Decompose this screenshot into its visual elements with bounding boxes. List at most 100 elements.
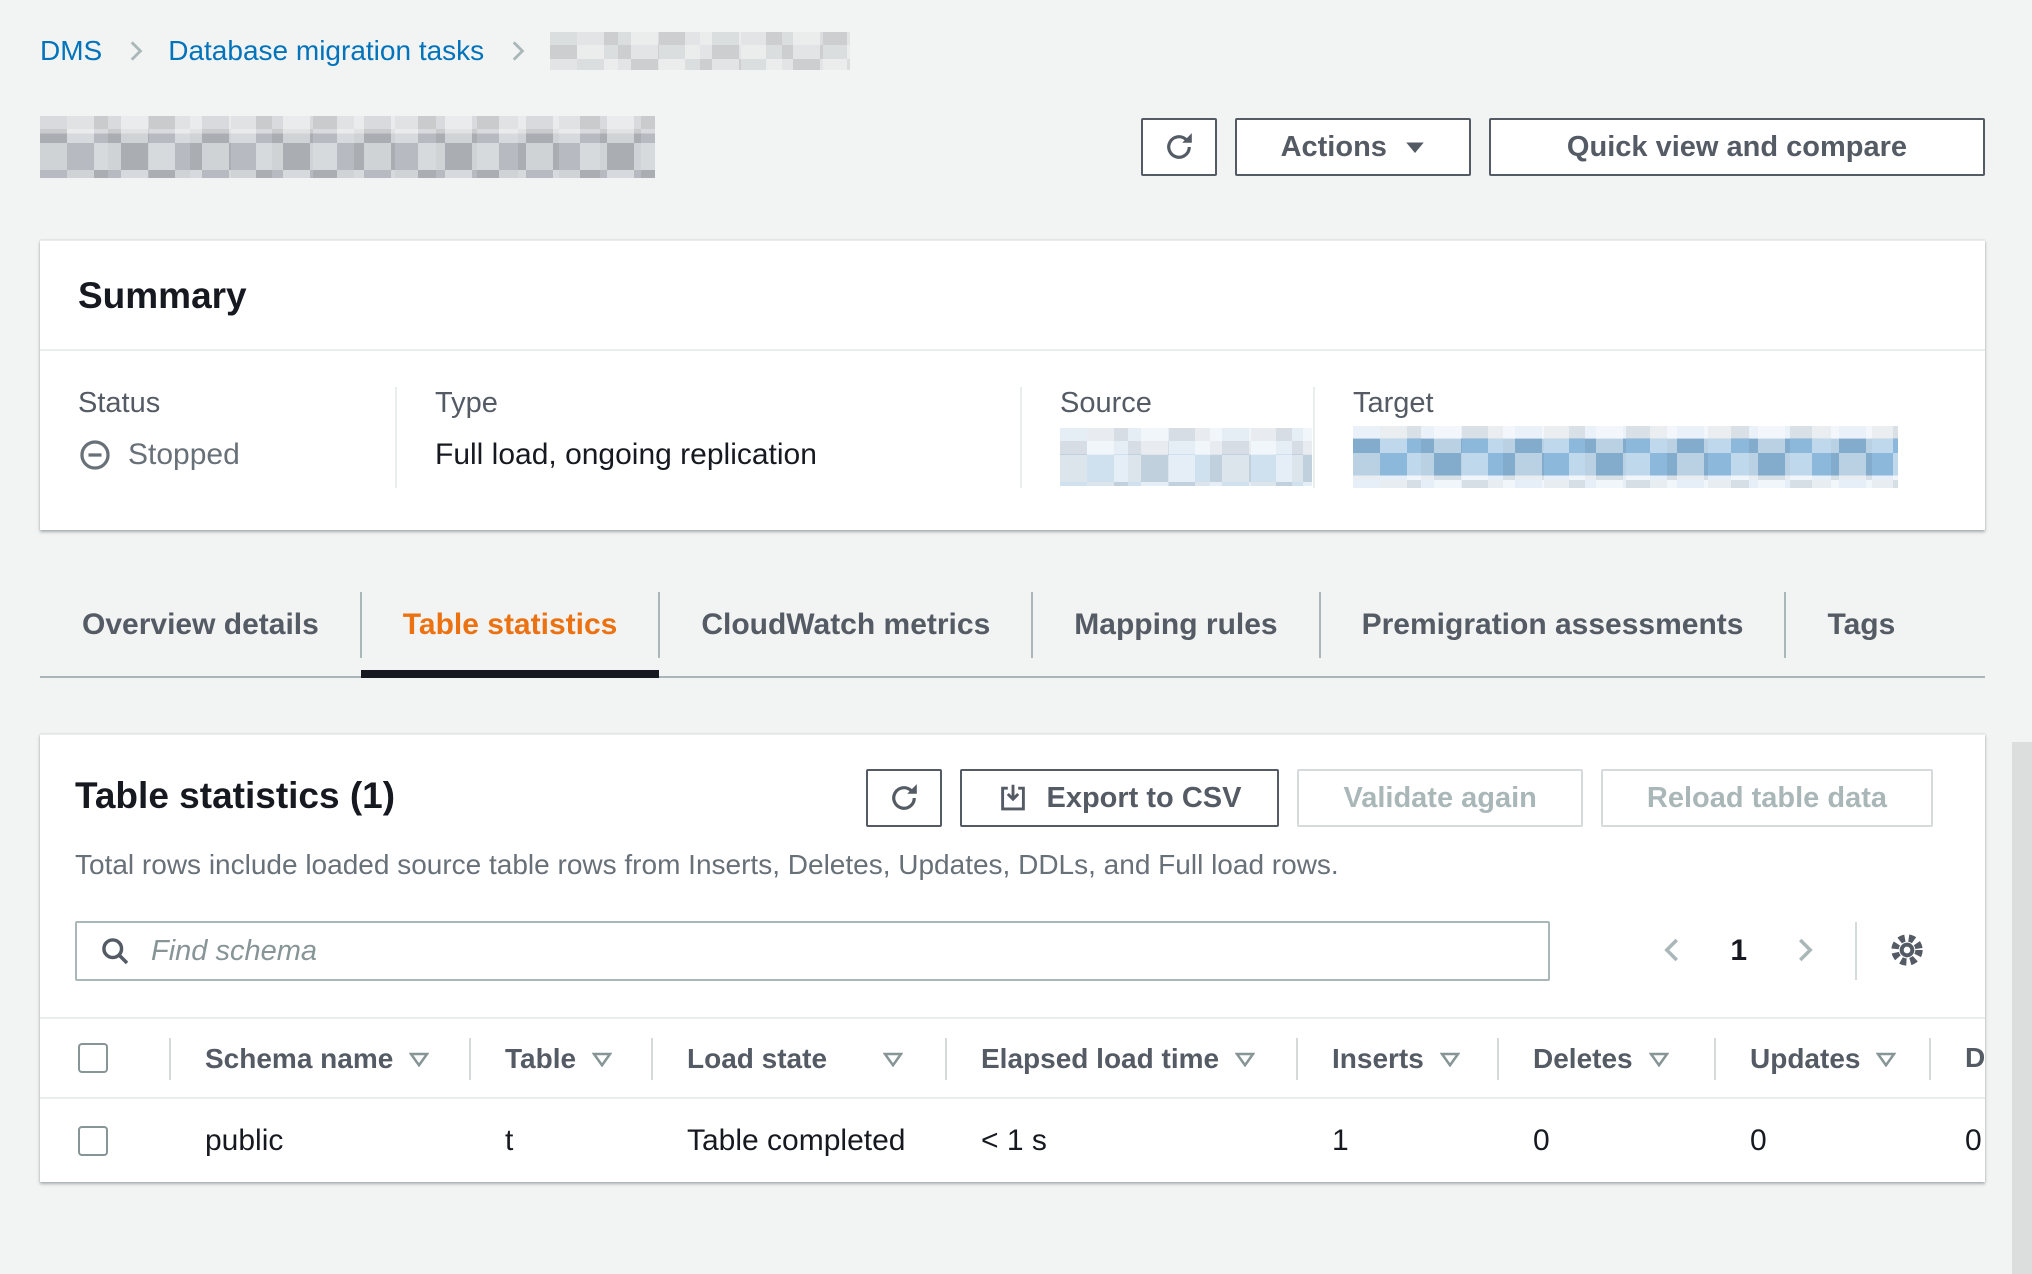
export-button-label: Export to CSV [1046,782,1241,815]
type-value: Full load, ongoing replication [435,438,1020,472]
breadcrumb-tasks-link[interactable]: Database migration tasks [168,35,484,67]
status-text: Stopped [128,438,240,472]
row-checkbox[interactable] [78,1126,108,1156]
sort-icon [409,1042,429,1074]
column-header-schema-name[interactable]: Schema name [169,1018,469,1098]
pagination: 1 [1652,922,1933,980]
vertical-scrollbar[interactable] [2012,742,2032,1274]
chevron-left-icon [1658,935,1688,968]
column-header-inserts[interactable]: Inserts [1296,1018,1497,1098]
validate-button-label: Validate again [1343,782,1536,815]
stopped-status-icon [78,438,112,472]
type-label: Type [435,387,1020,420]
dms-task-page: DMS Database migration tasks Actions [0,0,2032,1274]
validate-again-button[interactable]: Validate again [1297,769,1582,827]
source-label: Source [1060,387,1313,420]
table-toolbar: 1 [75,921,1933,981]
column-header-updates[interactable]: Updates [1714,1018,1929,1098]
quick-view-and-compare-button[interactable]: Quick view and compare [1489,118,1985,176]
summary-card-header: Summary [40,241,1985,351]
sort-icon [1440,1042,1460,1074]
sort-icon [1876,1042,1896,1074]
reload-button-label: Reload table data [1647,782,1887,815]
cell-ddls: 0 [1929,1098,1985,1182]
sort-icon [1649,1042,1669,1074]
sort-icon [883,1042,903,1074]
breadcrumb-dms-link[interactable]: DMS [40,35,102,67]
schema-name-header-label: Schema name [205,1043,393,1074]
cell-schema-name: public [169,1098,469,1182]
cell-elapsed-load-time: < 1 s [945,1098,1296,1182]
summary-card: Summary Status Stopped Type Full load, o… [40,240,1985,530]
redacted-source-endpoint-link[interactable] [1060,428,1312,486]
tab-premigration-assessments[interactable]: Premigration assessments [1320,582,1786,676]
cell-inserts: 1 [1296,1098,1497,1182]
tab-cloudwatch-metrics[interactable]: CloudWatch metrics [659,582,1032,676]
reload-table-data-button[interactable]: Reload table data [1601,769,1933,827]
table-row: public t Table completed < 1 s 1 0 0 0 [40,1098,1985,1182]
select-all-checkbox[interactable] [78,1043,108,1073]
tab-mapping-rules[interactable]: Mapping rules [1032,582,1319,676]
status-label: Status [78,387,395,420]
header-actions: Actions Quick view and compare [1141,118,1985,176]
target-label: Target [1353,387,1985,420]
sort-icon [1235,1042,1255,1074]
refresh-button[interactable] [1141,118,1217,176]
column-header-deletes[interactable]: Deletes [1497,1018,1714,1098]
cell-table: t [469,1098,651,1182]
caret-down-icon [1405,141,1425,154]
elapsed-header-label: Elapsed load time [981,1043,1219,1074]
redacted-page-title [40,116,655,178]
cell-updates: 0 [1714,1098,1929,1182]
table-statistics-description: Total rows include loaded source table r… [75,849,1933,881]
refresh-icon [888,782,920,814]
tab-tags[interactable]: Tags [1785,582,1937,676]
table-refresh-button[interactable] [866,769,942,827]
table-statistics-table: Schema name Table Load state Elapsed loa… [40,1017,1985,1182]
redacted-breadcrumb-task-name [550,32,850,70]
column-header-load-state[interactable]: Load state [651,1018,945,1098]
summary-source-field: Source [1020,387,1313,488]
summary-target-field: Target [1313,387,1985,488]
chevron-right-icon [1789,935,1819,968]
search-icon [99,935,131,967]
export-to-csv-button[interactable]: Export to CSV [960,769,1279,827]
table-header-row: Schema name Table Load state Elapsed loa… [40,1018,1985,1098]
redacted-target-endpoint-link[interactable] [1353,426,1898,488]
cell-load-state: Table completed [651,1098,945,1182]
table-statistics-card: Table statistics (1) Export to CSV [40,734,1985,1182]
download-icon [998,783,1028,813]
toolbar-divider [1855,922,1857,980]
load-state-header-label: Load state [687,1043,827,1074]
page-header: Actions Quick view and compare [40,116,1985,178]
sort-icon [592,1042,612,1074]
table-statistics-title: Table statistics (1) [75,775,395,817]
quick-view-button-label: Quick view and compare [1567,131,1907,164]
inserts-header-label: Inserts [1332,1043,1424,1074]
tab-overview-details[interactable]: Overview details [40,582,361,676]
previous-page-button[interactable] [1652,929,1694,974]
table-header-label: Table [505,1043,576,1074]
table-statistics-table-wrap: Schema name Table Load state Elapsed loa… [40,1017,1985,1182]
column-header-ddls[interactable]: DDLs [1929,1018,1985,1098]
find-schema-input[interactable] [149,934,1526,969]
preferences-button[interactable] [1881,924,1933,979]
breadcrumb: DMS Database migration tasks [40,0,1985,70]
column-header-elapsed-load-time[interactable]: Elapsed load time [945,1018,1296,1098]
column-header-table[interactable]: Table [469,1018,651,1098]
actions-button[interactable]: Actions [1235,118,1471,176]
gear-icon [1887,930,1927,973]
table-statistics-actions: Export to CSV Validate again Reload tabl… [866,769,1933,827]
refresh-icon [1163,131,1195,163]
ddls-header-label: DDLs [1965,1042,1985,1073]
tab-table-statistics[interactable]: Table statistics [361,582,660,676]
cell-deletes: 0 [1497,1098,1714,1182]
summary-card-body: Status Stopped Type Full load, ongoing r… [40,351,1985,530]
summary-title: Summary [78,275,1943,317]
current-page-number: 1 [1730,934,1747,968]
updates-header-label: Updates [1750,1043,1860,1074]
deletes-header-label: Deletes [1533,1043,1633,1074]
summary-status-field: Status Stopped [40,387,395,488]
next-page-button[interactable] [1783,929,1825,974]
chevron-right-icon [504,38,530,64]
